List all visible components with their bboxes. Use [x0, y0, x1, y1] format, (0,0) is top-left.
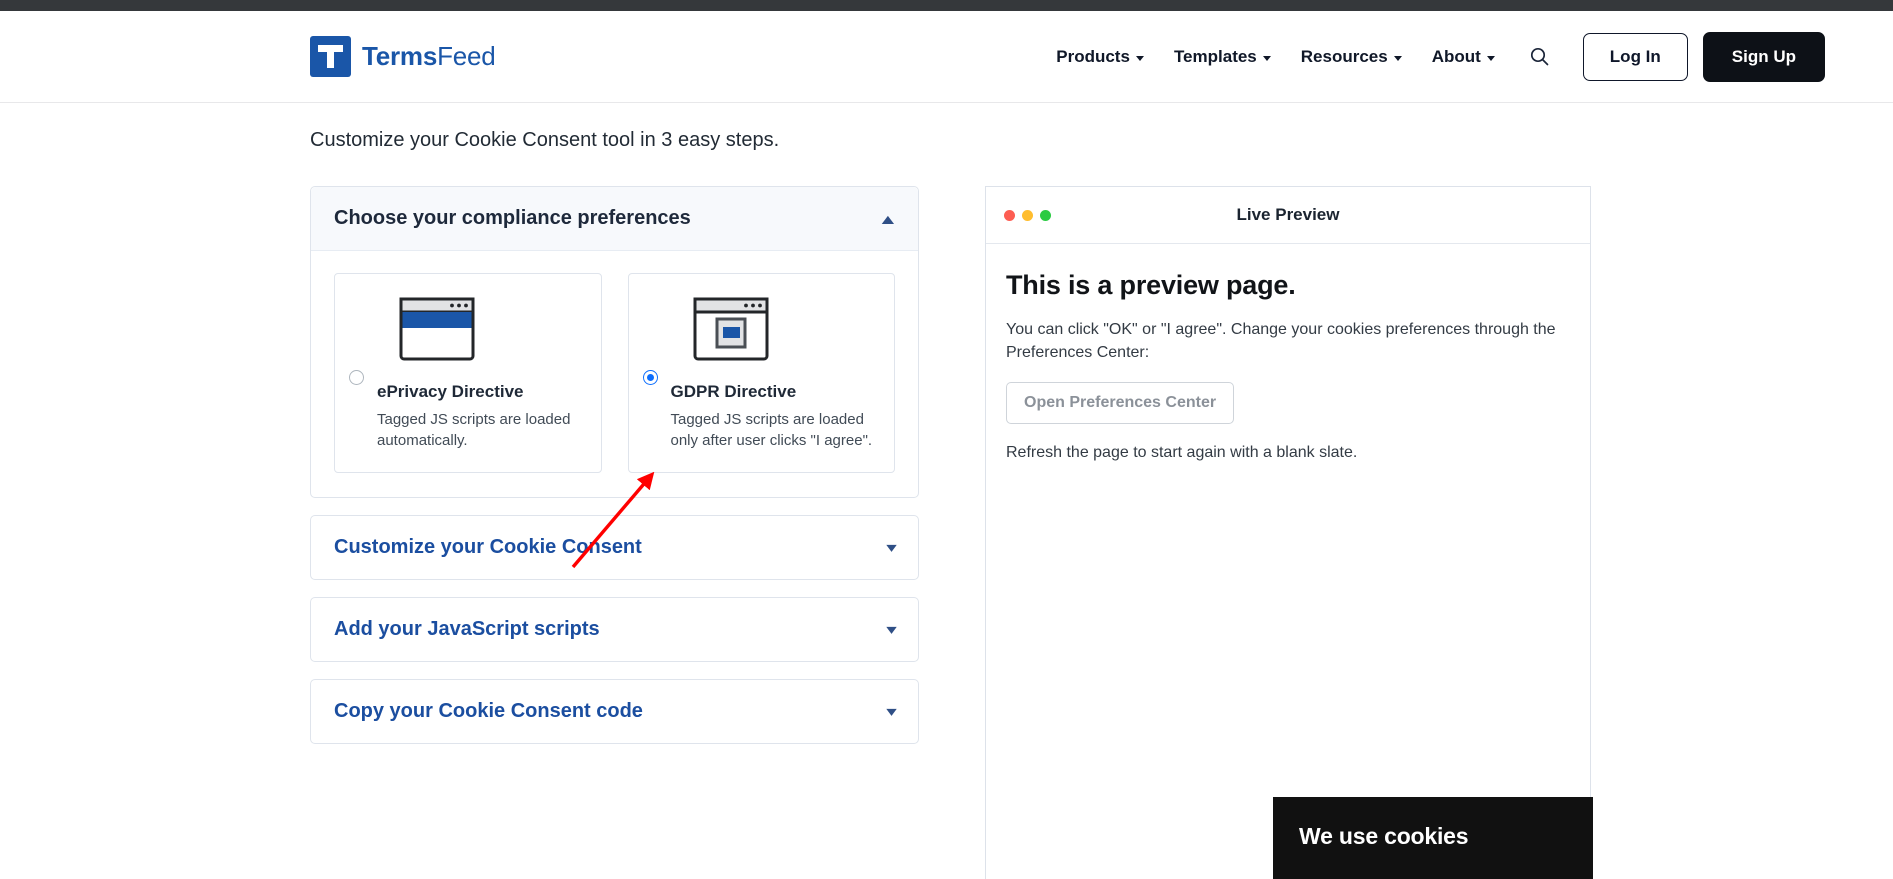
chevron-down-icon [1486, 55, 1495, 61]
preview-heading: This is a preview page. [1006, 270, 1296, 300]
close-dot-icon [1004, 209, 1015, 221]
minimize-dot-icon [1022, 209, 1033, 221]
option-card-gdpr[interactable]: GDPR Directive Tagged JS scripts are loa… [627, 273, 895, 473]
option-description-gdpr: Tagged JS scripts are loaded only after … [670, 411, 873, 450]
annotation-arrow-overlay [571, 471, 655, 569]
browser-chrome-strip [0, 0, 1893, 11]
option-name-eprivacy: ePrivacy Directive [377, 382, 524, 401]
window-traffic-lights [1004, 209, 1051, 221]
accordion-title: Customize your Cookie Consent [334, 535, 642, 558]
option-name-gdpr: GDPR Directive [670, 382, 797, 401]
browser-banner-icon [399, 297, 475, 361]
nav-label-templates: Templates [1173, 46, 1257, 66]
option-card-eprivacy[interactable]: ePrivacy Directive Tagged JS scripts are… [334, 273, 602, 473]
page-content: Customize your Cookie Consent tool in 3 … [0, 103, 1893, 879]
chevron-down-icon: ▾ [886, 703, 897, 720]
accordion-copy-cookie-consent-code: Copy your Cookie Consent code ▾ [310, 678, 919, 744]
preview-paragraph: You can click "OK" or "I agree". Change … [1006, 321, 1556, 362]
search-icon [1530, 47, 1549, 66]
accordion-compliance-preferences: Choose your compliance preferences ▲ ePr… [310, 186, 919, 498]
maximize-dot-icon [1040, 209, 1051, 221]
site-header: TermsFeed Products Templates Resources A… [0, 11, 1893, 103]
accordion-title: Copy your Cookie Consent code [334, 699, 643, 722]
chevron-down-icon [1135, 55, 1144, 61]
chevron-down-icon [1393, 55, 1402, 61]
accordion-header-compliance-preferences[interactable]: Choose your compliance preferences ▲ [311, 187, 918, 251]
radio-gdpr[interactable] [642, 370, 658, 385]
chevron-up-icon: ▲ [877, 210, 899, 227]
radio-eprivacy[interactable] [349, 370, 364, 385]
nav-label-resources: Resources [1300, 46, 1388, 66]
accordion-title: Choose your compliance preferences [334, 207, 691, 229]
live-preview-header: Live Preview [986, 187, 1590, 244]
nav-item-about[interactable]: About [1417, 47, 1510, 67]
accordion-add-javascript-scripts: Add your JavaScript scripts ▾ [310, 596, 919, 662]
logo-wordmark: TermsFeed [362, 41, 496, 72]
signup-button[interactable]: Sign Up [1702, 31, 1825, 82]
option-description-eprivacy: Tagged JS scripts are loaded automatical… [377, 411, 571, 450]
accordion-customize-cookie-consent: Customize your Cookie Consent ▾ [310, 514, 919, 580]
open-preferences-center-button[interactable]: Open Preferences Center [1006, 382, 1235, 425]
logo-text-bold: Terms [362, 41, 438, 71]
accordion-header-copy-cookie-consent-code[interactable]: Copy your Cookie Consent code ▾ [311, 680, 918, 743]
setup-steps-column: Choose your compliance preferences ▲ ePr… [310, 186, 919, 761]
cookie-banner-title: We use cookies [1299, 823, 1469, 849]
accordion-header-add-javascript-scripts[interactable]: Add your JavaScript scripts ▾ [311, 598, 918, 661]
login-button[interactable]: Log In [1582, 32, 1688, 81]
termsfeed-logo-icon [310, 36, 351, 77]
nav-item-templates[interactable]: Templates [1159, 47, 1286, 67]
nav-item-resources[interactable]: Resources [1286, 47, 1417, 67]
page-intro-text: Customize your Cookie Consent tool in 3 … [310, 129, 780, 151]
nav-label-about: About [1431, 46, 1481, 66]
main-navigation: Products Templates Resources About Log I… [1041, 31, 1825, 82]
accordion-body-compliance-preferences: ePrivacy Directive Tagged JS scripts are… [311, 251, 918, 497]
browser-modal-icon [693, 297, 768, 361]
live-preview-body: This is a preview page. You can click "O… [986, 244, 1593, 879]
preview-refresh-note: Refresh the page to start again with a b… [1006, 444, 1358, 462]
termsfeed-logo[interactable]: TermsFeed [310, 36, 496, 77]
accordion-title: Add your JavaScript scripts [334, 617, 600, 640]
live-preview-panel: Live Preview This is a preview page. You… [985, 186, 1593, 879]
accordion-header-customize-cookie-consent[interactable]: Customize your Cookie Consent ▾ [311, 516, 918, 579]
logo-text-light: Feed [437, 41, 496, 71]
chevron-down-icon: ▾ [886, 539, 897, 556]
search-button[interactable] [1510, 47, 1565, 66]
chevron-down-icon: ▾ [886, 621, 897, 638]
live-preview-title: Live Preview [1236, 205, 1340, 224]
cookie-consent-banner: We use cookies [1273, 797, 1593, 879]
nav-item-products[interactable]: Products [1041, 47, 1159, 67]
nav-label-products: Products [1056, 46, 1130, 66]
chevron-down-icon [1262, 55, 1271, 61]
